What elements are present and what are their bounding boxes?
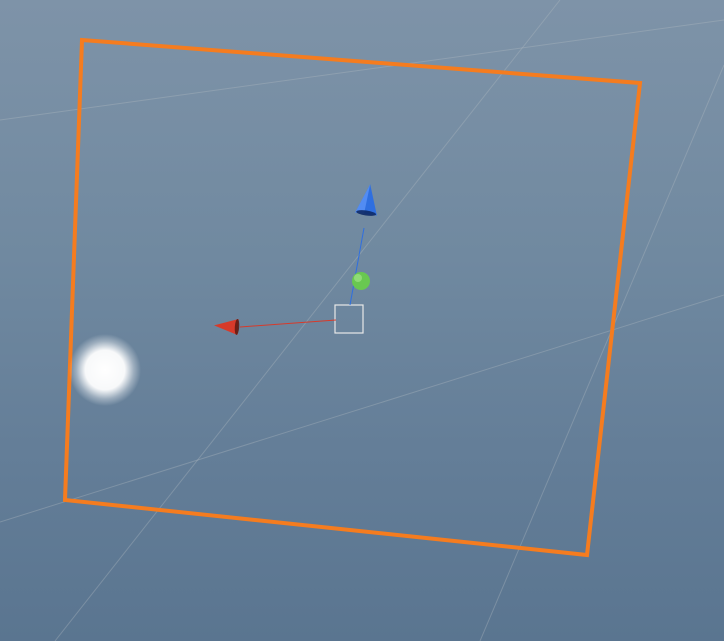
gizmo-axis-y[interactable] — [350, 183, 381, 305]
gizmo-pivot[interactable] — [335, 305, 363, 333]
gizmo-axis-z[interactable] — [352, 272, 370, 290]
light-gizmo[interactable] — [69, 334, 141, 406]
gizmo-axis-x[interactable] — [214, 317, 336, 335]
scene-grid — [0, 0, 724, 641]
scene-viewport[interactable] — [0, 0, 724, 641]
transform-gizmo[interactable] — [214, 183, 382, 335]
selection-outline — [65, 40, 640, 555]
